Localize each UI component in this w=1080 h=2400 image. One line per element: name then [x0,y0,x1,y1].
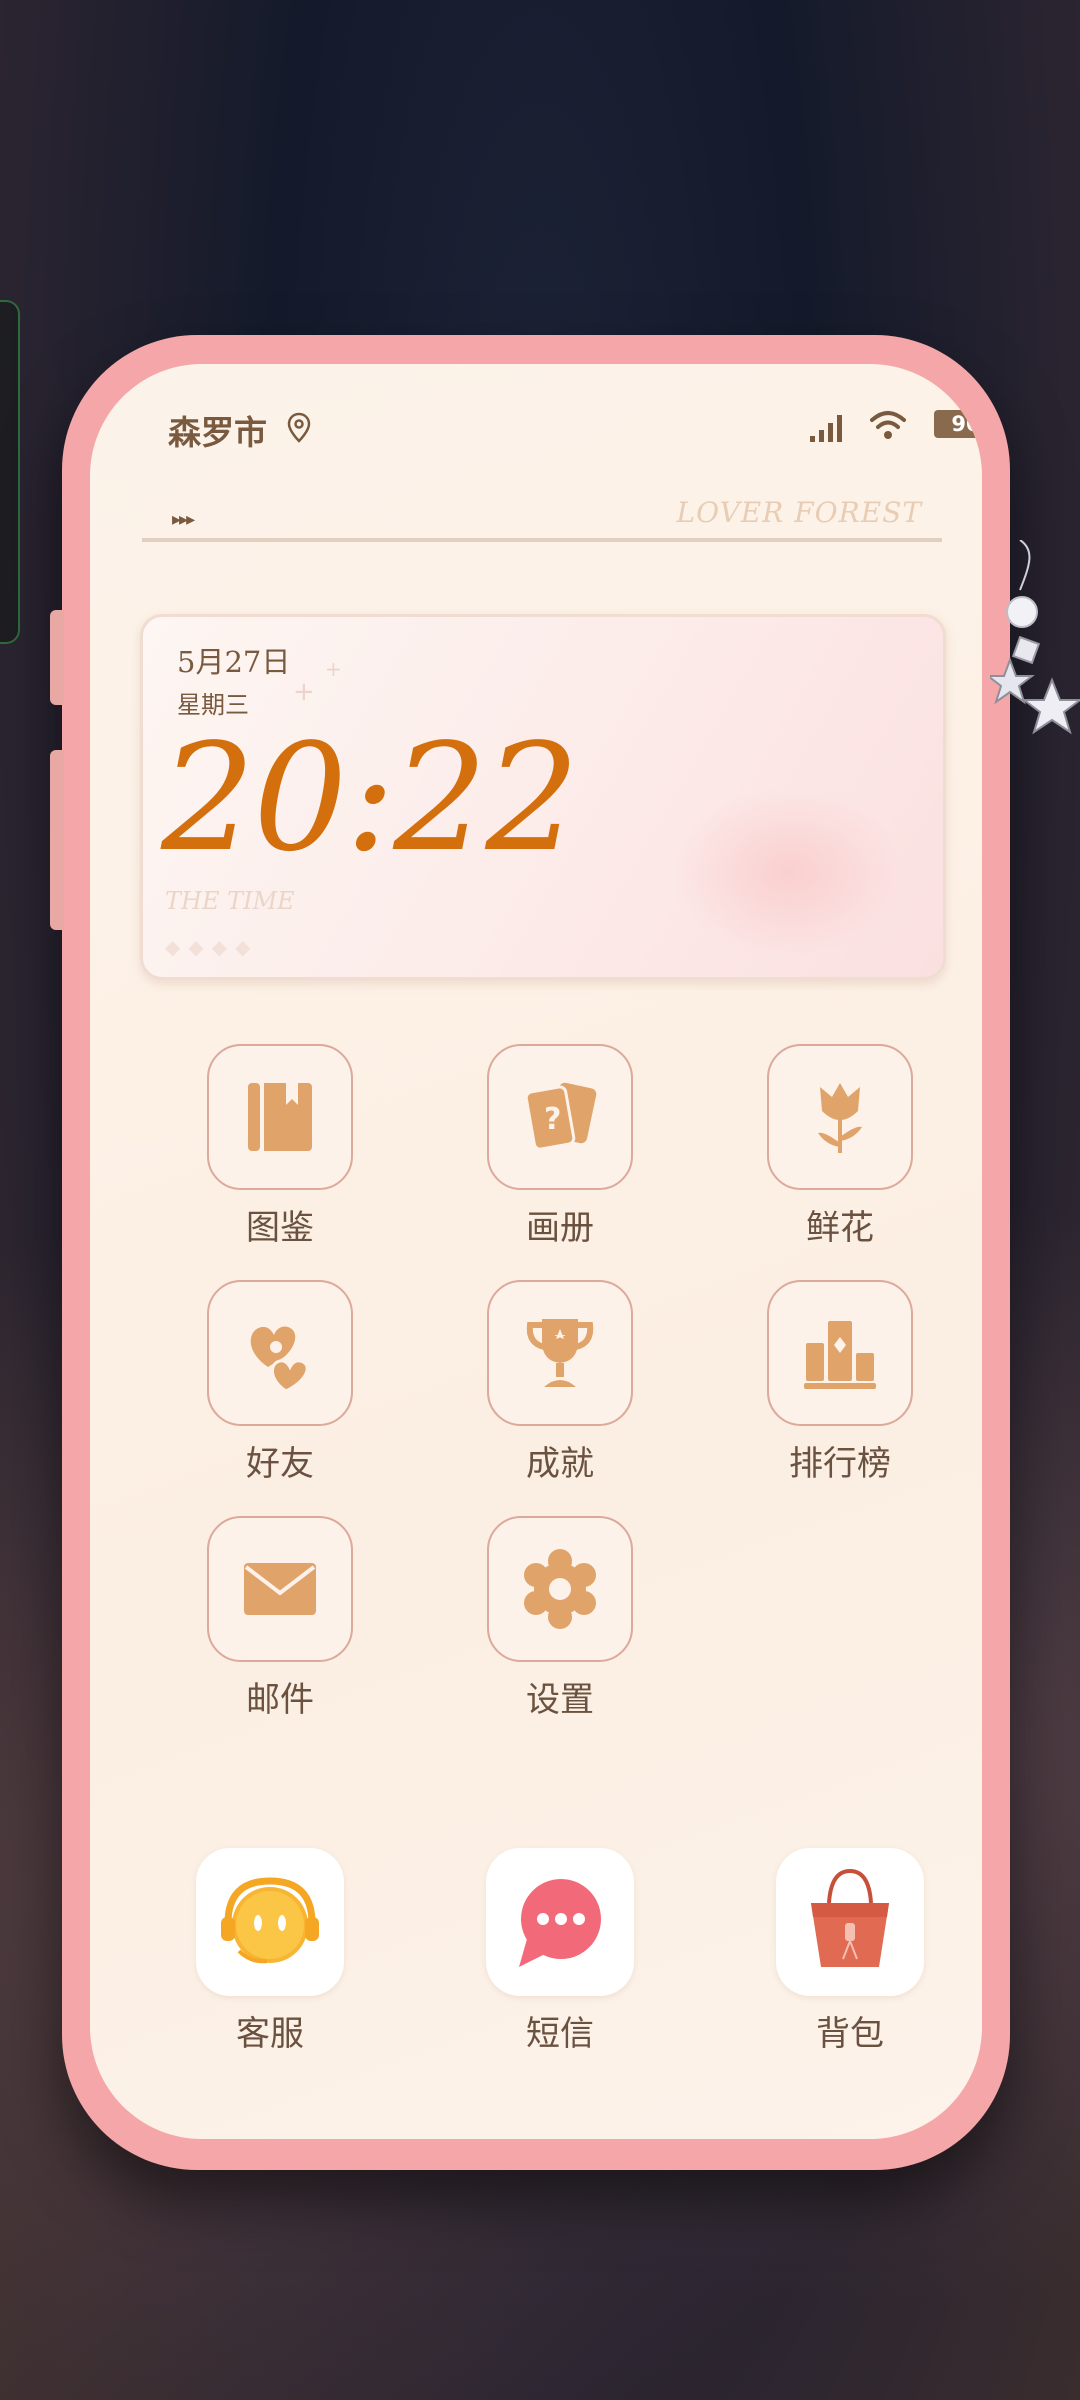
tulip-icon [818,1083,862,1153]
diamond-decoration: ◆◆◆◆ [165,935,259,959]
app-leaderboard[interactable]: 排行榜 [730,1280,950,1485]
app-mail[interactable]: 邮件 [170,1516,390,1721]
app-album[interactable]: ? 画册 [450,1044,670,1249]
dock-label: 客服 [236,2014,304,2054]
star-charm-icon [990,540,1080,735]
dock-label: 背包 [816,2014,884,2054]
dock-tile[interactable] [486,1848,634,1996]
plus-decoration: + [293,677,315,707]
message-bubble-icon [519,1879,601,1967]
app-tile[interactable] [207,1044,353,1190]
clock-widget[interactable]: 5月27日 星期三 + + 20:22 THE TIME ◆◆◆◆ [140,614,946,980]
status-bar: 森罗市 90 [168,406,982,456]
dock-tile[interactable] [776,1848,924,1996]
cards-icon: ? [524,1082,597,1151]
app-label: 成就 [526,1444,594,1484]
dock-messages[interactable]: 短信 [450,1848,670,2055]
app-atlas[interactable]: 图鉴 [170,1044,390,1249]
app-tile[interactable] [207,1516,353,1662]
trophy-icon [526,1319,594,1387]
dock-backpack[interactable]: 背包 [740,1848,960,2055]
app-settings[interactable]: 设置 [450,1516,670,1721]
phone-side-button-top [50,610,64,705]
wifi-icon [870,411,906,439]
battery-indicator: 90 [934,410,982,438]
app-tile[interactable] [487,1280,633,1426]
app-label: 邮件 [246,1680,314,1720]
book-icon [248,1083,312,1151]
clock-caption: THE TIME [165,887,295,915]
clock-time: 20:22 [161,712,580,884]
handbag-icon [811,1868,889,1967]
app-achievements[interactable]: 成就 [450,1280,670,1485]
dock-label: 短信 [526,2014,594,2054]
app-label: 画册 [526,1208,594,1248]
location-pin-icon [287,412,311,443]
app-friends[interactable]: 好友 [170,1280,390,1485]
dock-tile[interactable] [196,1848,344,1996]
app-label: 图鉴 [246,1208,314,1248]
side-panel-edge[interactable] [0,300,20,644]
leaderboard-icon [804,1321,876,1389]
city-name[interactable]: 森罗市 [168,406,267,454]
arrow-decoration: ▸▸▸ [172,509,195,530]
app-tile[interactable] [767,1044,913,1190]
gear-icon [524,1549,596,1629]
app-label: 设置 [526,1680,594,1720]
header-divider [142,538,942,542]
app-label: 鲜花 [806,1208,874,1248]
date-label: 5月27日 [177,645,291,679]
signal-icon [810,415,842,442]
app-tile[interactable] [487,1516,633,1662]
app-tile[interactable]: ? [487,1044,633,1190]
customer-service-icon [221,1877,319,1964]
mail-icon [244,1563,316,1615]
dock-customer-service[interactable]: 客服 [160,1848,380,2055]
brand-title: LOVER FOREST [676,496,922,529]
plus-decoration-small: + [325,657,342,681]
app-flowers[interactable]: 鲜花 [730,1044,950,1249]
app-label: 好友 [246,1444,314,1484]
app-tile[interactable] [767,1280,913,1426]
phone-screen: 森罗市 90 ▸▸▸ LOVER FOREST 5月27日 星期三 + + 20… [90,364,982,2139]
app-label: 排行榜 [789,1444,891,1484]
phone-side-button-volume [50,750,64,930]
app-tile[interactable] [207,1280,353,1426]
friends-hearts-icon [250,1326,309,1393]
svg-text:?: ? [544,1102,561,1137]
